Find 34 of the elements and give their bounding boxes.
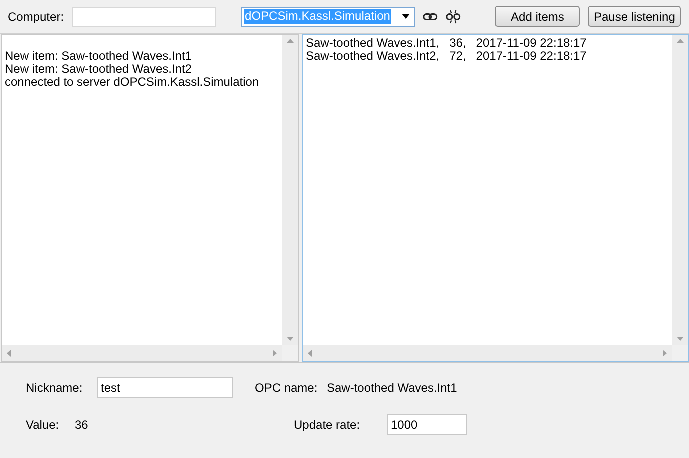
vertical-scrollbar[interactable] — [672, 35, 688, 345]
scroll-down-icon[interactable] — [286, 337, 294, 341]
log-line: connected to server dOPCSim.Kassl.Simulation — [5, 76, 260, 89]
opc-name-value: Saw-toothed Waves.Int1 — [327, 380, 458, 396]
dropdown-arrow-icon[interactable] — [402, 14, 410, 19]
log-line: New item: Saw-toothed Waves.Int2 — [5, 63, 193, 76]
opc-name-label: OPC name: — [255, 380, 319, 396]
toolbar-button[interactable]: Pause listening — [588, 6, 682, 27]
nickname-label: Nickname: — [26, 380, 84, 396]
horizontal-scrollbar[interactable] — [303, 345, 672, 361]
log-line: Saw-toothed Waves.Int1, 36, 2017-11-09 22:18:17 — [306, 37, 588, 50]
scrollbar-corner — [672, 345, 688, 361]
value-label: Value: — [26, 416, 60, 434]
scroll-right-icon[interactable] — [663, 350, 667, 356]
scrollbar-corner — [282, 345, 298, 361]
log-line: Saw-toothed Waves.Int2, 72, 2017-11-09 22:18:17 — [306, 50, 588, 63]
vertical-scrollbar[interactable] — [282, 35, 298, 345]
horizontal-scrollbar[interactable] — [2, 345, 282, 361]
nickname-field[interactable]: test — [97, 377, 233, 398]
update-rate-field[interactable]: 1000 — [387, 414, 467, 435]
scroll-up-icon[interactable] — [676, 39, 684, 43]
scroll-down-icon[interactable] — [676, 337, 684, 341]
log-line: New item: Saw-toothed Waves.Int1 — [5, 50, 193, 63]
scroll-right-icon[interactable] — [273, 350, 277, 356]
toolbar-button[interactable]: Add items — [495, 6, 580, 27]
computer-label: Computer: — [8, 8, 64, 26]
unlink-icon[interactable] — [446, 10, 462, 24]
scroll-up-icon[interactable] — [286, 39, 294, 43]
link-icon[interactable] — [423, 12, 438, 22]
update-rate-label: Update rate: — [294, 416, 362, 434]
computer-field[interactable] — [72, 6, 216, 26]
scroll-left-icon[interactable] — [308, 350, 312, 356]
value-text: 36 — [75, 416, 90, 434]
scroll-left-icon[interactable] — [7, 350, 11, 356]
